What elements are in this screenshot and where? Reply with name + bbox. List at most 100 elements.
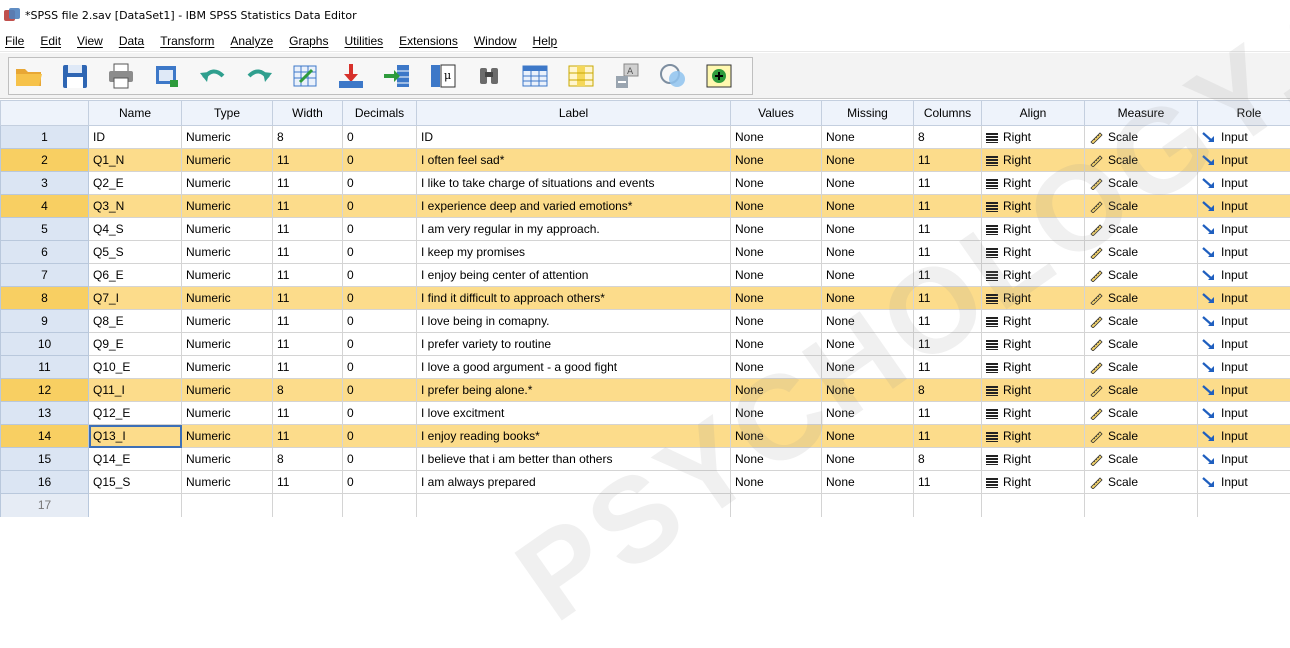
cell-width[interactable]: 11: [273, 195, 343, 218]
cell-name[interactable]: Q2_E: [89, 172, 182, 195]
cell-measure[interactable]: Scale: [1085, 241, 1198, 264]
cell-type[interactable]: Numeric: [182, 333, 273, 356]
row-number[interactable]: 15: [1, 448, 89, 471]
cell-measure[interactable]: Scale: [1085, 402, 1198, 425]
col-header-measure[interactable]: Measure: [1085, 101, 1198, 126]
cell-name[interactable]: Q15_S: [89, 471, 182, 494]
corner-cell[interactable]: [1, 101, 89, 126]
cell-align[interactable]: Right: [982, 195, 1085, 218]
cell-decimals[interactable]: 0: [343, 379, 417, 402]
cell-role[interactable]: Input: [1198, 402, 1290, 425]
weight-cases-icon[interactable]: [657, 61, 689, 91]
cell-label[interactable]: I love a good argument - a good fight: [417, 356, 731, 379]
cell-missing[interactable]: None: [822, 356, 914, 379]
cell-decimals[interactable]: 0: [343, 195, 417, 218]
cell-name[interactable]: Q1_N: [89, 149, 182, 172]
row-number[interactable]: 12: [1, 379, 89, 402]
menu-view[interactable]: View: [69, 30, 111, 52]
cell-role[interactable]: Input: [1198, 126, 1290, 149]
cell-columns[interactable]: 8: [914, 379, 982, 402]
cell-columns[interactable]: 11: [914, 287, 982, 310]
menu-utilities[interactable]: Utilities: [336, 30, 391, 52]
row-number[interactable]: 4: [1, 195, 89, 218]
undo-icon[interactable]: [197, 61, 229, 91]
cell-measure[interactable]: Scale: [1085, 448, 1198, 471]
run-descriptives-icon[interactable]: μ: [427, 61, 459, 91]
cell-width[interactable]: 8: [273, 379, 343, 402]
cell-name[interactable]: Q12_E: [89, 402, 182, 425]
cell-width[interactable]: 11: [273, 356, 343, 379]
open-icon[interactable]: [13, 61, 45, 91]
row-number[interactable]: 1: [1, 126, 89, 149]
cell-type[interactable]: Numeric: [182, 149, 273, 172]
col-header-label[interactable]: Label: [417, 101, 731, 126]
cell-name[interactable]: Q5_S: [89, 241, 182, 264]
cell-missing[interactable]: None: [822, 241, 914, 264]
cell-values[interactable]: None: [731, 218, 822, 241]
cell-missing[interactable]: None: [822, 126, 914, 149]
col-header-align[interactable]: Align: [982, 101, 1085, 126]
cell-label[interactable]: ID: [417, 126, 731, 149]
empty-cell[interactable]: [982, 494, 1085, 517]
cell-decimals[interactable]: 0: [343, 425, 417, 448]
cell-missing[interactable]: None: [822, 287, 914, 310]
cell-type[interactable]: Numeric: [182, 471, 273, 494]
empty-cell[interactable]: [343, 494, 417, 517]
cell-label[interactable]: I believe that i am better than others: [417, 448, 731, 471]
cell-width[interactable]: 11: [273, 264, 343, 287]
row-number[interactable]: 17: [1, 494, 89, 517]
cell-align[interactable]: Right: [982, 264, 1085, 287]
cell-columns[interactable]: 11: [914, 195, 982, 218]
variables-icon[interactable]: [381, 61, 413, 91]
cell-measure[interactable]: Scale: [1085, 287, 1198, 310]
cell-measure[interactable]: Scale: [1085, 195, 1198, 218]
cell-values[interactable]: None: [731, 287, 822, 310]
cell-label[interactable]: I enjoy reading books*: [417, 425, 731, 448]
cell-columns[interactable]: 11: [914, 172, 982, 195]
row-number[interactable]: 11: [1, 356, 89, 379]
cell-missing[interactable]: None: [822, 333, 914, 356]
cell-name[interactable]: Q13_I: [89, 425, 182, 448]
empty-cell[interactable]: [417, 494, 731, 517]
cell-role[interactable]: Input: [1198, 425, 1290, 448]
cell-type[interactable]: Numeric: [182, 126, 273, 149]
cell-measure[interactable]: Scale: [1085, 310, 1198, 333]
cell-name[interactable]: Q10_E: [89, 356, 182, 379]
cell-measure[interactable]: Scale: [1085, 333, 1198, 356]
cell-values[interactable]: None: [731, 356, 822, 379]
empty-cell[interactable]: [273, 494, 343, 517]
cell-width[interactable]: 11: [273, 425, 343, 448]
save-icon[interactable]: [59, 61, 91, 91]
goto-variable-icon[interactable]: [335, 61, 367, 91]
cell-columns[interactable]: 11: [914, 333, 982, 356]
cell-align[interactable]: Right: [982, 333, 1085, 356]
cell-measure[interactable]: Scale: [1085, 425, 1198, 448]
cell-values[interactable]: None: [731, 310, 822, 333]
cell-label[interactable]: I am very regular in my approach.: [417, 218, 731, 241]
cell-measure[interactable]: Scale: [1085, 218, 1198, 241]
col-header-name[interactable]: Name: [89, 101, 182, 126]
cell-decimals[interactable]: 0: [343, 310, 417, 333]
row-number[interactable]: 9: [1, 310, 89, 333]
cell-type[interactable]: Numeric: [182, 287, 273, 310]
cell-values[interactable]: None: [731, 379, 822, 402]
cell-missing[interactable]: None: [822, 402, 914, 425]
cell-width[interactable]: 11: [273, 402, 343, 425]
cell-decimals[interactable]: 0: [343, 402, 417, 425]
cell-label[interactable]: I experience deep and varied emotions*: [417, 195, 731, 218]
row-number[interactable]: 2: [1, 149, 89, 172]
cell-width[interactable]: 11: [273, 172, 343, 195]
cell-name[interactable]: Q3_N: [89, 195, 182, 218]
cell-align[interactable]: Right: [982, 356, 1085, 379]
menu-edit[interactable]: Edit: [32, 30, 69, 52]
cell-missing[interactable]: None: [822, 379, 914, 402]
cell-align[interactable]: Right: [982, 448, 1085, 471]
cell-label[interactable]: I love being in comapny.: [417, 310, 731, 333]
menu-graphs[interactable]: Graphs: [281, 30, 336, 52]
cell-role[interactable]: Input: [1198, 172, 1290, 195]
cell-width[interactable]: 11: [273, 310, 343, 333]
cell-decimals[interactable]: 0: [343, 356, 417, 379]
cell-align[interactable]: Right: [982, 172, 1085, 195]
cell-align[interactable]: Right: [982, 149, 1085, 172]
cell-name[interactable]: Q4_S: [89, 218, 182, 241]
